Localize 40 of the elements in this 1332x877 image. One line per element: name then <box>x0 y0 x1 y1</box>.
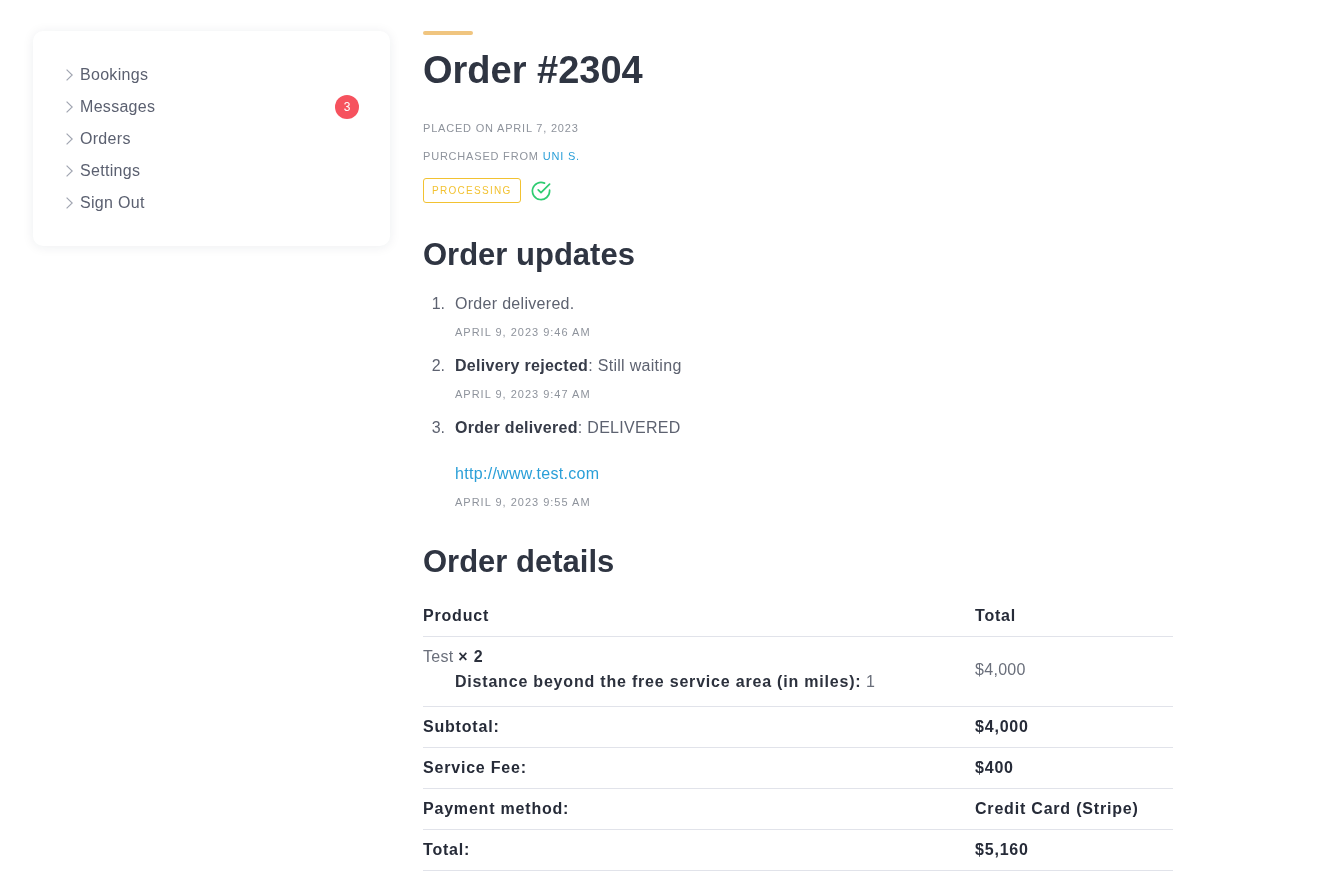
table-cell: $4,000 <box>975 659 1026 680</box>
table-cell: Total: <box>423 840 471 860</box>
sidebar-link[interactable]: Sign Out <box>66 187 359 219</box>
list-number: 2. <box>431 356 445 376</box>
table-cell: Subtotal: <box>423 717 500 737</box>
column-header: Product <box>423 606 490 626</box>
count-badge: 3 <box>335 95 359 119</box>
sidebar-link[interactable]: Orders <box>66 123 359 155</box>
status-tag: PROCESSING <box>423 178 521 203</box>
list-number: 1. <box>431 294 445 314</box>
table-cell: Payment method: <box>423 799 570 819</box>
column-header: Total <box>975 606 1017 626</box>
update-date: APRIL 9, 2023 9:55 AM <box>455 495 591 510</box>
table-cell: $5,160 <box>975 840 1029 860</box>
update-date: APRIL 9, 2023 9:46 AM <box>455 325 591 340</box>
sidebar-link[interactable]: Settings <box>66 155 359 187</box>
chevron-right-icon <box>66 165 73 177</box>
accent-bar <box>423 31 473 35</box>
update-text: Delivery rejected: Still waiting <box>455 356 682 376</box>
chevron-right-icon <box>66 101 73 113</box>
section-heading: Order updates <box>423 236 635 274</box>
purchased-from-label: PURCHASED FROM <box>423 149 539 164</box>
order-title: Order #2304 <box>423 48 643 92</box>
list-number: 3. <box>431 418 445 438</box>
table-cell: Service Fee: <box>423 758 527 778</box>
section-heading: Order details <box>423 543 615 581</box>
update-text: Order delivered: DELIVERED <box>455 418 681 438</box>
placed-date-text: PLACED ON APRIL 7, 2023 <box>423 121 579 136</box>
chevron-right-icon <box>66 133 73 145</box>
chevron-right-icon <box>66 69 73 81</box>
table-cell: $400 <box>975 758 1014 778</box>
product-name: Test × 2 <box>423 647 484 667</box>
item-meta-text: Distance beyond the free service area (in miles): 1 <box>455 672 875 692</box>
update-text: Order delivered. <box>455 294 575 314</box>
chevron-right-icon <box>66 197 73 209</box>
update-date: APRIL 9, 2023 9:47 AM <box>455 387 591 402</box>
sidebar-link[interactable]: Messages 3 <box>66 91 359 123</box>
table-cell: Credit Card (Stripe) <box>975 799 1139 819</box>
table-cell: $4,000 <box>975 717 1029 737</box>
sidebar-link[interactable]: Bookings <box>66 59 359 91</box>
